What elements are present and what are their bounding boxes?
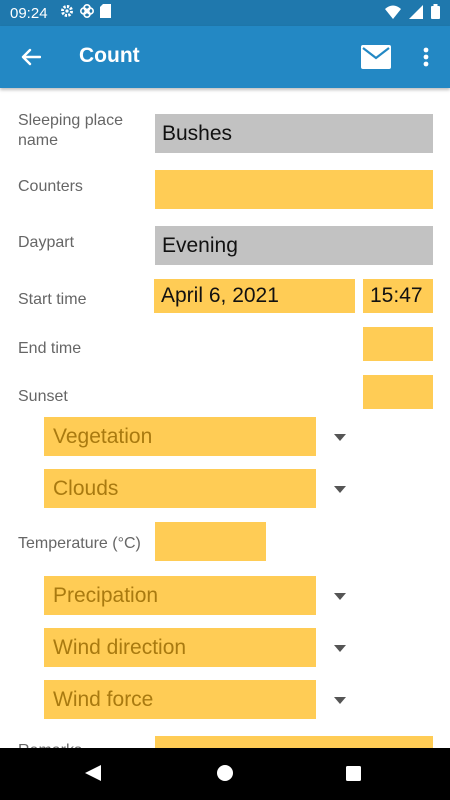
battery-icon	[431, 4, 440, 19]
sunset-field[interactable]	[363, 375, 433, 409]
precipitation-dropdown[interactable]: Precipation	[44, 576, 316, 615]
wind-direction-dropdown-arrow[interactable]	[333, 643, 347, 653]
nav-back-button[interactable]	[84, 764, 102, 787]
temperature-field[interactable]	[155, 522, 266, 561]
nav-recents-button[interactable]	[346, 766, 361, 786]
status-icons-right	[385, 4, 440, 19]
dropdown-arrow-icon	[334, 592, 346, 600]
counters-label: Counters	[18, 178, 83, 195]
triangle-back-icon	[85, 765, 101, 781]
more-vert-icon	[423, 47, 429, 67]
vegetation-dropdown[interactable]: Vegetation	[44, 417, 316, 456]
back-button[interactable]	[16, 42, 46, 72]
daypart-field[interactable]: Evening	[155, 226, 433, 265]
daypart-label: Daypart	[18, 234, 75, 251]
wind-force-dropdown-arrow[interactable]	[333, 695, 347, 705]
dropdown-arrow-icon	[334, 644, 346, 652]
send-email-button[interactable]	[360, 42, 392, 72]
nav-home-button[interactable]	[216, 764, 234, 787]
status-time: 09:24	[10, 5, 48, 22]
signal-icon	[409, 4, 423, 19]
start-time-label: Start time	[18, 291, 87, 308]
end-time-field[interactable]	[363, 327, 433, 361]
temperature-label: Temperature (°C)	[18, 535, 141, 552]
arrow-back-icon	[21, 48, 41, 66]
dropdown-arrow-icon	[334, 485, 346, 493]
end-time-label: End time	[18, 340, 82, 357]
vegetation-dropdown-arrow[interactable]	[333, 432, 347, 442]
dropdown-arrow-icon	[334, 433, 346, 441]
circle-home-icon	[217, 765, 233, 781]
dropdown-arrow-icon	[334, 696, 346, 704]
clouds-dropdown[interactable]: Clouds	[44, 469, 316, 508]
app-bar: Count	[0, 26, 450, 88]
start-time-field[interactable]: 15:47	[363, 279, 433, 313]
page-title: Count	[79, 44, 140, 67]
sleeping-place-label: Sleeping place name	[18, 112, 123, 149]
wifi-icon	[385, 5, 401, 19]
precipitation-dropdown-arrow[interactable]	[333, 591, 347, 601]
wind-force-dropdown[interactable]: Wind force	[44, 680, 316, 719]
status-bar: 09:24	[0, 0, 450, 26]
sleeping-place-field[interactable]: Bushes	[155, 114, 433, 153]
wind-direction-dropdown[interactable]: Wind direction	[44, 628, 316, 667]
counters-field[interactable]	[155, 170, 433, 209]
settings-icon	[61, 5, 73, 17]
sunset-label: Sunset	[18, 388, 68, 405]
fan-icon	[80, 4, 94, 18]
overflow-menu-button[interactable]	[414, 42, 438, 72]
mail-icon	[361, 45, 391, 69]
start-date-field[interactable]: April 6, 2021	[154, 279, 355, 313]
clouds-dropdown-arrow[interactable]	[333, 484, 347, 494]
sd-card-icon	[100, 4, 111, 18]
status-icons-left	[60, 4, 111, 18]
system-nav-bar	[0, 748, 450, 800]
square-recents-icon	[346, 766, 361, 781]
